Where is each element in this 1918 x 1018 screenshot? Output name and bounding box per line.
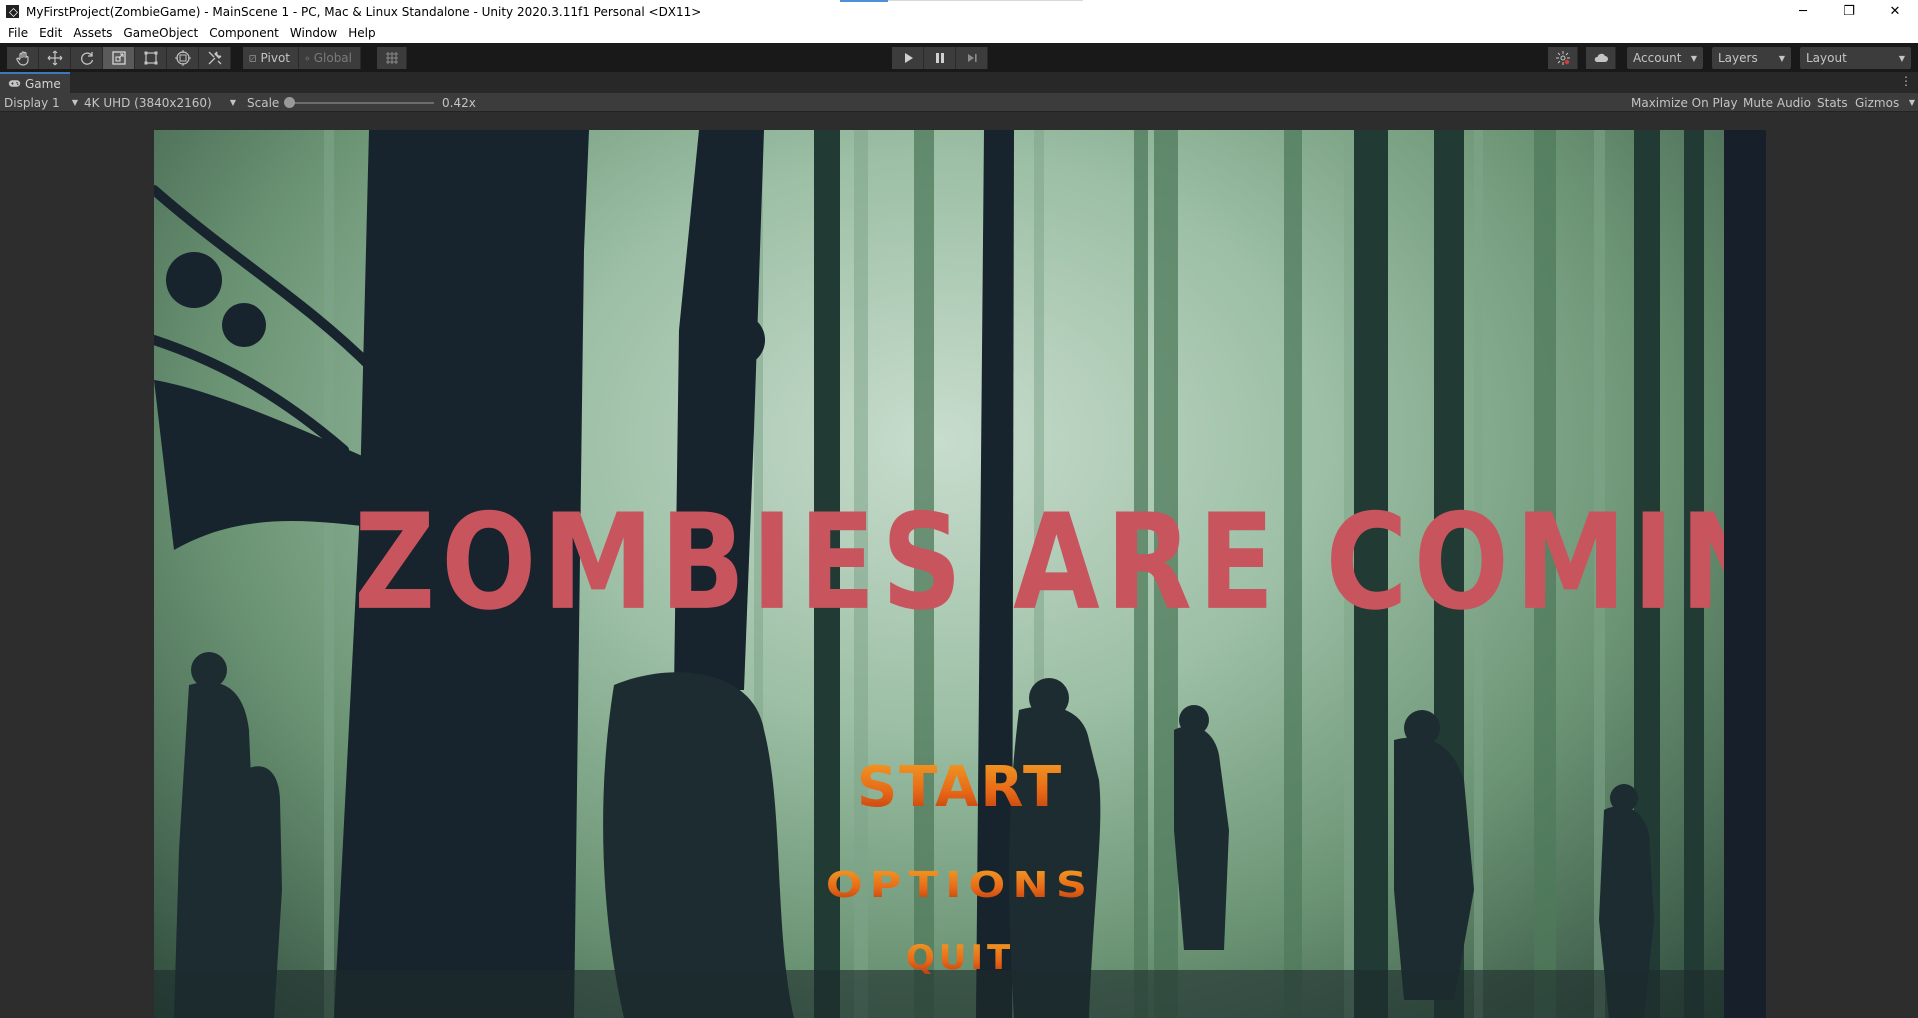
caret-down-icon: ▼ bbox=[1908, 98, 1915, 107]
menu-assets[interactable]: Assets bbox=[68, 26, 118, 40]
pivot-toggle[interactable]: Pivot bbox=[243, 47, 299, 69]
scale-tool-button[interactable] bbox=[103, 47, 135, 69]
menu-bar: File Edit Assets GameObject Component Wi… bbox=[0, 23, 1918, 43]
scale-icon bbox=[111, 51, 126, 65]
start-button[interactable]: START bbox=[154, 755, 1766, 820]
game-title: ZOMBIES ARE COMING bbox=[354, 486, 1724, 640]
mute-audio-toggle[interactable]: Mute Audio bbox=[1743, 95, 1811, 110]
step-icon bbox=[967, 54, 977, 62]
collab-icon bbox=[1555, 51, 1570, 65]
play-button[interactable] bbox=[892, 47, 924, 69]
rotate-tool-button[interactable] bbox=[71, 47, 103, 69]
close-button[interactable]: ✕ bbox=[1872, 0, 1918, 23]
layout-label: Layout bbox=[1806, 51, 1847, 65]
stats-toggle[interactable]: Stats bbox=[1817, 95, 1848, 110]
pause-button[interactable] bbox=[924, 47, 956, 69]
caret-down-icon: ▼ bbox=[1898, 53, 1905, 63]
move-arrows-icon bbox=[47, 50, 62, 66]
caret-down-icon: ▼ bbox=[1778, 53, 1785, 63]
titlebar-divider bbox=[888, 0, 1083, 1]
scale-label: Scale bbox=[247, 95, 280, 110]
pivot-label: Pivot bbox=[260, 51, 290, 65]
titlebar-accent bbox=[840, 0, 888, 2]
account-label: Account bbox=[1633, 51, 1682, 65]
pause-icon bbox=[935, 53, 944, 63]
layers-label: Layers bbox=[1718, 51, 1758, 65]
account-dropdown[interactable]: Account ▼ bbox=[1627, 47, 1703, 69]
window-titlebar: MyFirstProject(ZombieGame) - MainScene 1… bbox=[0, 0, 1918, 23]
rect-transform-icon bbox=[144, 51, 157, 65]
menu-file[interactable]: File bbox=[3, 26, 34, 40]
menu-edit[interactable]: Edit bbox=[34, 26, 68, 40]
wrench-icon bbox=[208, 51, 221, 65]
scale-slider-track[interactable] bbox=[289, 102, 434, 104]
transform-tools bbox=[7, 47, 231, 69]
transform-tool-button[interactable] bbox=[167, 47, 199, 69]
caret-down-icon: ▼ bbox=[1690, 53, 1697, 63]
menu-help[interactable]: Help bbox=[343, 26, 381, 40]
custom-tool-button[interactable] bbox=[199, 47, 231, 69]
gamepad-icon bbox=[8, 80, 21, 87]
global-toggle[interactable]: Global bbox=[299, 47, 361, 69]
main-toolbar: Pivot Global Account ▼ Layers ▼ Layout ▼ bbox=[0, 43, 1918, 72]
game-view: ZOMBIES ARE COMING START OPTIONS QUIT bbox=[0, 112, 1918, 1018]
display-dropdown[interactable]: Display 1 ▼ bbox=[4, 95, 78, 110]
unity-app-icon bbox=[6, 5, 19, 18]
global-label: Global bbox=[313, 51, 352, 65]
globe-icon bbox=[305, 56, 310, 60]
cloud-button[interactable] bbox=[1586, 47, 1616, 69]
scale-slider-handle[interactable] bbox=[284, 97, 295, 108]
caret-down-icon: ▼ bbox=[229, 98, 236, 107]
window-controls: ─ ❐ ✕ bbox=[1780, 0, 1918, 23]
cloud-group bbox=[1586, 47, 1616, 69]
grid-snap-icon bbox=[385, 52, 398, 64]
window-title: MyFirstProject(ZombieGame) - MainScene 1… bbox=[26, 4, 702, 19]
more-options-icon[interactable]: ⋮ bbox=[1900, 74, 1912, 88]
maximize-on-play-toggle[interactable]: Maximize On Play bbox=[1631, 95, 1738, 110]
snap-group bbox=[377, 47, 407, 69]
move-tool-button[interactable] bbox=[39, 47, 71, 69]
step-button[interactable] bbox=[956, 47, 988, 69]
resolution-dropdown[interactable]: 4K UHD (3840x2160) ▼ bbox=[84, 95, 236, 110]
tab-game-label: Game bbox=[25, 76, 61, 91]
menu-window[interactable]: Window bbox=[285, 26, 343, 40]
gizmos-label: Gizmos bbox=[1855, 95, 1900, 110]
game-view-controls: Display 1 ▼ 4K UHD (3840x2160) ▼ Scale 0… bbox=[0, 93, 1918, 112]
layout-dropdown[interactable]: Layout ▼ bbox=[1800, 47, 1911, 69]
grid-snap-button[interactable] bbox=[377, 47, 407, 69]
options-button[interactable]: OPTIONS bbox=[154, 865, 1766, 906]
transform-icon bbox=[174, 50, 191, 66]
layers-dropdown[interactable]: Layers ▼ bbox=[1712, 47, 1791, 69]
menu-component[interactable]: Component bbox=[204, 26, 285, 40]
panel-tab-bar: Game ⋮ bbox=[0, 72, 1918, 93]
collab-group bbox=[1548, 47, 1578, 69]
play-icon bbox=[904, 53, 913, 63]
cloud-icon bbox=[1594, 53, 1608, 62]
quit-button[interactable]: QUIT bbox=[154, 938, 1766, 978]
rect-tool-button[interactable] bbox=[135, 47, 167, 69]
minimize-button[interactable]: ─ bbox=[1780, 0, 1826, 23]
tab-game[interactable]: Game bbox=[0, 72, 70, 93]
pivot-group: Pivot Global bbox=[243, 47, 361, 69]
restore-button[interactable]: ❐ bbox=[1826, 0, 1872, 23]
resolution-label: 4K UHD (3840x2160) bbox=[84, 95, 212, 110]
gizmos-dropdown[interactable]: Gizmos ▼ bbox=[1855, 95, 1915, 110]
display-label: Display 1 bbox=[4, 95, 60, 110]
scale-value: 0.42x bbox=[442, 95, 476, 110]
menu-gameobject[interactable]: GameObject bbox=[118, 26, 204, 40]
hand-icon bbox=[15, 51, 29, 66]
game-viewport: ZOMBIES ARE COMING START OPTIONS QUIT bbox=[154, 130, 1766, 1018]
rotate-icon bbox=[80, 52, 93, 65]
pivot-icon bbox=[249, 54, 256, 62]
collab-button[interactable] bbox=[1548, 47, 1578, 69]
hand-tool-button[interactable] bbox=[7, 47, 39, 69]
playmode-controls bbox=[892, 47, 988, 69]
caret-down-icon: ▼ bbox=[71, 98, 78, 107]
